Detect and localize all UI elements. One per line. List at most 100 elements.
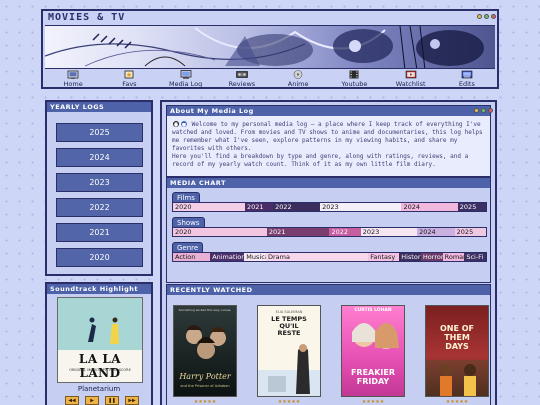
films-tab[interactable]: Films [172, 192, 200, 202]
films-segment-5: 2025 [457, 203, 486, 211]
films-segment-0: 2020 [173, 203, 245, 211]
genre-segment-5: Historical [399, 253, 421, 261]
genre-segment-8: Sci-Fi [464, 253, 487, 261]
nav-reviews-label: Reviews [228, 80, 256, 88]
nav-anime[interactable]: Anime [270, 70, 326, 88]
poster-1-tagline: Something wicked this way comes. [178, 308, 232, 312]
nav-media-log[interactable]: Media Log [158, 70, 214, 88]
pause-icon: ❚❚ [108, 397, 116, 404]
poster-2-cast: CURTIS LOHAN [354, 308, 392, 313]
nav-media-log-label: Media Log [169, 80, 203, 88]
previous-icon: ◀◀ [68, 397, 76, 404]
poster-1-subtitle: and the Prisoner of Azkaban [180, 384, 230, 388]
films-segment-2: 2022 [273, 203, 321, 211]
nav-reviews[interactable]: Reviews [214, 70, 270, 88]
about-window-controls [474, 108, 493, 113]
about-title: About My Media Log [167, 106, 490, 116]
penguin-icon-2 [180, 120, 188, 127]
media-log-icon [180, 70, 192, 79]
about-section: About My Media Log Welcome to my persona… [166, 105, 493, 177]
media-chart-section: MEDIA CHART Films 2020 2021 2022 2023 2024 20… [166, 177, 491, 283]
next-track-button[interactable]: ▶▶ [125, 396, 139, 405]
nav-home-label: Home [63, 80, 83, 88]
poster-1-title: Harry Potter [179, 372, 231, 381]
genre-tab[interactable]: Genre [172, 242, 204, 252]
close-dot-icon[interactable] [491, 14, 496, 19]
soundtrack-title: Soundtrack Highlight [47, 284, 151, 294]
genre-segment-2: Musical [244, 253, 266, 261]
watchlist-icon [405, 70, 417, 79]
anime-icon [292, 70, 304, 79]
genre-segment-3: Drama [265, 253, 369, 261]
maximize-dot-icon[interactable] [484, 14, 489, 19]
poster-freakier-friday[interactable]: CURTIS LOHAN FREAKIER FRIDAY [341, 305, 405, 397]
shows-segment-0: 2020 [173, 228, 267, 236]
nav-youtube[interactable]: Youtube [326, 70, 382, 88]
nav-edits-label: Edits [458, 80, 475, 88]
year-button-2020[interactable]: 2020 [56, 248, 143, 267]
about-intro: Welcome to my personal media log — a pla… [172, 121, 483, 152]
main-nav: Home Favs Media Log Reviews Anime Youtub… [45, 70, 495, 88]
track-title: Planetarium [77, 385, 121, 393]
year-button-2023[interactable]: 2023 [56, 173, 143, 192]
shows-segment-3: 2023 [360, 228, 418, 236]
nav-watchlist[interactable]: Watchlist [383, 70, 439, 88]
year-button-2021[interactable]: 2021 [56, 223, 143, 242]
year-button-2022[interactable]: 2022 [56, 198, 143, 217]
poster-2-stars: ★★★★★ [277, 399, 301, 405]
shows-segment-1: 2021 [266, 228, 330, 236]
nav-edits[interactable]: Edits [439, 70, 495, 88]
soundtrack-panel: Soundtrack Highlight LA LA LAND ORIGINAL… [45, 282, 153, 405]
site-header: MOVIES & TV Home Favs Media Log Reviews … [41, 9, 499, 89]
pause-button[interactable]: ❚❚ [105, 396, 119, 405]
films-segment-3: 2023 [320, 203, 402, 211]
poster-3-title: FREAKIER FRIDAY [350, 368, 396, 386]
about-minimize-icon[interactable] [474, 108, 479, 113]
nav-watchlist-label: Watchlist [395, 80, 426, 88]
genre-segment-4: Fantasy [368, 253, 400, 261]
reviews-icon [236, 70, 248, 79]
favs-icon [123, 70, 135, 79]
nav-favs-label: Favs [122, 80, 137, 88]
nav-anime-label: Anime [287, 80, 309, 88]
poster-le-temps-quil-reste[interactable]: ELIA SULEIMAN LE TEMPS QU'IL RESTE [257, 305, 321, 397]
poster-one-of-them-days[interactable]: ONE OF THEM DAYS [425, 305, 489, 397]
album-title: LA LA LAND [78, 352, 122, 380]
genre-segment-1: Animation [210, 253, 245, 261]
about-close-icon[interactable] [488, 108, 493, 113]
next-icon: ▶▶ [128, 397, 136, 404]
previous-track-button[interactable]: ◀◀ [65, 396, 79, 405]
about-maximize-icon[interactable] [481, 108, 486, 113]
play-button[interactable]: ▶ [85, 396, 99, 405]
media-chart-title: MEDIA CHART [167, 178, 490, 188]
penguin-icon [172, 120, 180, 127]
nav-youtube-label: Youtube [341, 80, 368, 88]
poster-harry-potter[interactable]: Something wicked this way comes. Harry P… [173, 305, 237, 397]
genre-segment-7: Romance [442, 253, 465, 261]
genre-bar: ActionAnimationMusicalDramaFantasyHistor… [172, 252, 487, 262]
minimize-dot-icon[interactable] [477, 14, 482, 19]
shows-segment-5: 2025 [454, 228, 486, 236]
album-cover: LA LA LAND ORIGINAL MOTION PICTURE SCORE [57, 297, 143, 383]
films-segment-4: 2024 [401, 203, 458, 211]
poster-3-stars: ★★★★★ [361, 399, 385, 405]
album-subtitle: ORIGINAL MOTION PICTURE SCORE [69, 368, 131, 372]
nav-favs[interactable]: Favs [101, 70, 157, 88]
recently-watched-section: RECENTLY WATCHED Something wicked this w… [166, 284, 491, 405]
genre-segment-6: Horror [420, 253, 443, 261]
shows-tab[interactable]: Shows [172, 217, 205, 227]
yearly-logs-title: YEARLY LOGS [47, 102, 151, 112]
poster-4-title: ONE OF THEM DAYS [439, 324, 474, 351]
films-bar: 2020 2021 2022 2023 2024 2025 [172, 202, 487, 212]
shows-segment-4: 2024 [417, 228, 455, 236]
about-body: Welcome to my personal media log — a pla… [167, 116, 490, 169]
edits-icon [461, 70, 473, 79]
nav-home[interactable]: Home [45, 70, 101, 88]
poster-2-director: ELIA SULEIMAN [275, 310, 303, 314]
year-button-2025[interactable]: 2025 [56, 123, 143, 142]
about-details: Here you'll find a breakdown by type and… [172, 153, 469, 168]
year-button-2024[interactable]: 2024 [56, 148, 143, 167]
films-segment-1: 2021 [244, 203, 274, 211]
home-icon [67, 70, 79, 79]
music-player-controls: ◀◀ ▶ ❚❚ ▶▶ [65, 396, 139, 405]
